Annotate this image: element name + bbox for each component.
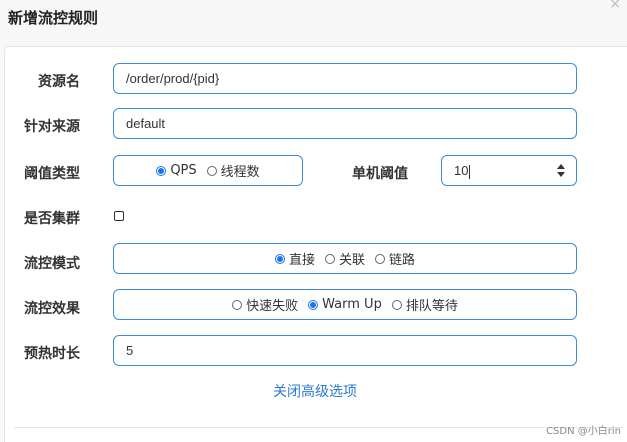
radio-chain-label: 链路 <box>389 253 416 268</box>
radio-direct[interactable]: 直接 <box>274 249 315 268</box>
flow-effect-group: 快速失败 Warm Up 排队等待 <box>113 289 577 320</box>
watermark: CSDN @小白rin <box>546 426 621 437</box>
radio-associate[interactable]: 关联 <box>324 249 365 268</box>
threshold-type-label: 阈值类型 <box>24 166 80 182</box>
radio-unselected-icon <box>375 253 385 264</box>
warmup-label: 预热时长 <box>24 346 80 362</box>
spinner-up-icon[interactable] <box>557 164 565 169</box>
radio-chain[interactable]: 链路 <box>375 249 415 268</box>
radio-qps-label: QPS <box>170 163 197 178</box>
radio-thread-count[interactable]: 线程数 <box>206 161 260 180</box>
radio-direct-label: 直接 <box>288 253 315 268</box>
radio-unselected-icon <box>232 299 243 310</box>
radio-associate-label: 关联 <box>338 253 365 268</box>
radio-warm-up[interactable]: Warm Up <box>308 297 382 312</box>
close-advanced-options-link[interactable]: 关闭高级选项 <box>273 381 357 401</box>
flow-effect-label: 流控效果 <box>24 301 80 317</box>
radio-warm-up-label: Warm Up <box>322 297 382 312</box>
cluster-label: 是否集群 <box>24 211 80 227</box>
radio-selected-icon <box>274 253 285 264</box>
cluster-checkbox[interactable] <box>114 211 124 221</box>
spinner-down-icon[interactable] <box>557 172 565 177</box>
radio-unselected-icon <box>391 299 402 310</box>
flow-mode-label: 流控模式 <box>24 256 80 272</box>
radio-selected-icon <box>156 165 167 176</box>
radio-qps[interactable]: QPS <box>156 163 197 178</box>
resource-input[interactable]: /order/prod/{pid} <box>113 63 577 94</box>
radio-fast-fail-label: 快速失败 <box>246 299 299 314</box>
text-caret <box>469 164 471 179</box>
spinner-icon[interactable] <box>557 164 566 177</box>
single-threshold-value: 10 <box>454 163 469 178</box>
close-icon[interactable]: × <box>609 0 621 11</box>
warmup-input[interactable]: 5 <box>113 335 577 366</box>
radio-selected-icon <box>308 299 319 310</box>
single-threshold-input[interactable]: 10 <box>441 155 577 186</box>
dialog-header: 新增流控规则 × <box>0 0 627 46</box>
footer-divider <box>14 427 623 428</box>
single-threshold-label: 单机阈值 <box>352 166 408 182</box>
source-label: 针对来源 <box>24 119 80 135</box>
radio-queue-label: 排队等待 <box>405 299 458 314</box>
flow-mode-group: 直接 关联 链路 <box>113 243 577 274</box>
dialog-title: 新增流控规则 <box>8 9 99 27</box>
radio-thread-count-label: 线程数 <box>220 165 260 180</box>
radio-unselected-icon <box>206 165 217 176</box>
source-input[interactable]: default <box>113 108 577 139</box>
radio-fast-fail[interactable]: 快速失败 <box>232 295 298 314</box>
resource-label: 资源名 <box>38 74 80 90</box>
threshold-type-group: QPS 线程数 <box>113 155 303 186</box>
radio-queue[interactable]: 排队等待 <box>391 295 458 314</box>
radio-unselected-icon <box>324 253 335 264</box>
